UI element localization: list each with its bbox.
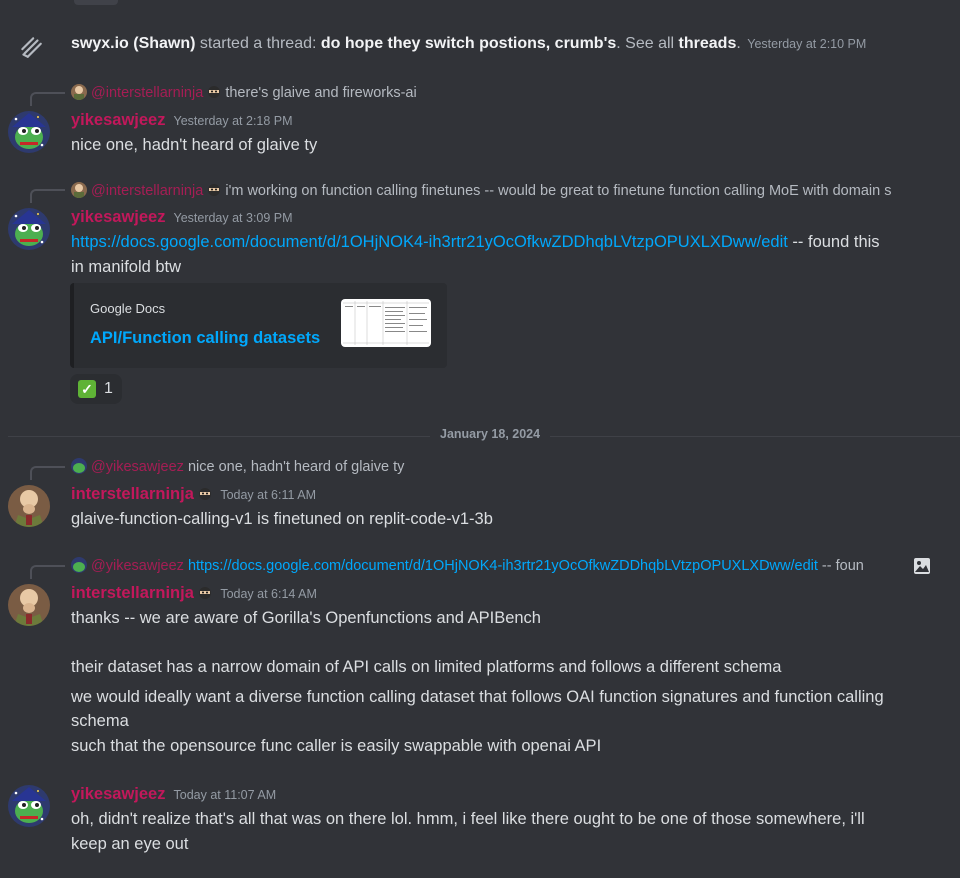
message-line: we would ideally want a diverse function… [71, 688, 884, 706]
reply-mention[interactable]: @interstellarninja [91, 85, 203, 101]
message-line: oh, didn't realize that's all that was o… [71, 810, 865, 828]
reply-text: there's glaive and fireworks-ai [225, 85, 417, 101]
avatar-frog[interactable] [8, 111, 50, 153]
timestamp: Today at 11:07 AM [173, 788, 277, 802]
link-embed[interactable]: Google Docs API/Function calling dataset… [70, 283, 447, 368]
period: . [736, 35, 741, 52]
username[interactable]: yikesawjeez [71, 785, 166, 803]
reply-text: nice one, hadn't heard of glaive ty [187, 459, 405, 475]
ninja-emoji [208, 184, 221, 196]
timestamp: Today at 6:11 AM [220, 488, 316, 502]
docs-link[interactable]: https://docs.google.com/document/d/1OHjN… [71, 233, 788, 251]
ninja-emoji [208, 86, 221, 98]
timestamp: Today at 6:14 AM [220, 587, 317, 601]
embed-title[interactable]: API/Function calling datasets [90, 329, 320, 348]
avatar-frog[interactable] [8, 208, 50, 250]
avatar-mini-frog [71, 458, 87, 474]
reply-spine [30, 466, 65, 480]
message-header: interstellarninja Today at 6:11 AM [71, 485, 316, 504]
timestamp: Yesterday at 2:18 PM [173, 114, 293, 128]
reaction-checkmark[interactable]: ✓ 1 [70, 374, 122, 404]
avatar-mini-frog [71, 557, 87, 573]
avatar-monk[interactable] [8, 584, 50, 626]
reply-text: i'm working on function calling finetune… [225, 183, 892, 199]
avatar-monk[interactable] [8, 485, 50, 527]
message-text: https://docs.google.com/document/d/1OHjN… [71, 230, 880, 254]
ninja-emoji [199, 587, 212, 599]
avatar-frog[interactable] [8, 785, 50, 827]
message-line: their dataset has a narrow domain of API… [71, 658, 782, 676]
avatar-mini-monk [71, 182, 87, 198]
reply-spine [30, 565, 65, 579]
username[interactable]: interstellarninja [71, 584, 194, 602]
reply-preview[interactable]: @yikesawjeez nice one, hadn't heard of g… [71, 458, 931, 475]
message-text: glaive-function-calling-v1 is finetuned … [71, 510, 493, 528]
previous-message-edge [74, 0, 118, 5]
reply-mention[interactable]: @yikesawjeez [91, 558, 184, 574]
date-divider: January 18, 2024 [430, 427, 551, 441]
thread-started-message: swyx.io (Shawn) started a thread: do hop… [71, 35, 866, 53]
image-icon [914, 558, 930, 574]
thread-timestamp: Yesterday at 2:10 PM [747, 37, 867, 51]
see-all-text: . See all [616, 35, 675, 52]
reply-link[interactable]: https://docs.google.com/document/d/1OHjN… [188, 558, 818, 574]
reply-preview[interactable]: @interstellarninja i'm working on functi… [71, 182, 933, 199]
reply-mention[interactable]: @interstellarninja [91, 183, 203, 199]
username[interactable]: interstellarninja [71, 485, 194, 503]
reply-preview[interactable]: @yikesawjeez https://docs.google.com/doc… [71, 557, 907, 574]
message-text-tail: -- found this [787, 233, 880, 251]
message-line: keep an eye out [71, 835, 189, 853]
reaction-count: 1 [104, 380, 113, 397]
reply-spine [30, 92, 65, 106]
message-line: thanks -- we are aware of Gorilla's Open… [71, 609, 541, 627]
message-line: schema [71, 712, 129, 730]
ninja-emoji [199, 488, 212, 500]
embed-thumbnail[interactable] [341, 299, 431, 347]
message-header: yikesawjeez Yesterday at 3:09 PM [71, 208, 293, 227]
username[interactable]: yikesawjeez [71, 208, 166, 226]
check-emoji: ✓ [78, 380, 96, 398]
thread-actor[interactable]: swyx.io (Shawn) [71, 35, 195, 52]
timestamp: Yesterday at 3:09 PM [173, 211, 293, 225]
message-header: yikesawjeez Yesterday at 2:18 PM [71, 111, 293, 130]
message-line: such that the opensource func caller is … [71, 737, 602, 755]
thread-action: started a thread: [199, 35, 317, 52]
embed-provider[interactable]: Google Docs [90, 301, 165, 316]
thread-icon [21, 37, 42, 58]
message-header: interstellarninja Today at 6:14 AM [71, 584, 317, 603]
avatar-mini-monk [71, 84, 87, 100]
reply-text: -- foun [817, 558, 864, 574]
reply-mention[interactable]: @yikesawjeez [91, 459, 184, 475]
thread-name-link[interactable]: do hope they switch postions, crumb's [321, 35, 616, 52]
message-header: yikesawjeez Today at 11:07 AM [71, 785, 276, 804]
username[interactable]: yikesawjeez [71, 111, 166, 129]
threads-link[interactable]: threads [679, 35, 737, 52]
reply-spine [30, 189, 65, 203]
reply-preview[interactable]: @interstellarninja there's glaive and fi… [71, 84, 951, 101]
message-text: nice one, hadn't heard of glaive ty [71, 136, 318, 154]
message-text-line2: in manifold btw [71, 258, 182, 276]
